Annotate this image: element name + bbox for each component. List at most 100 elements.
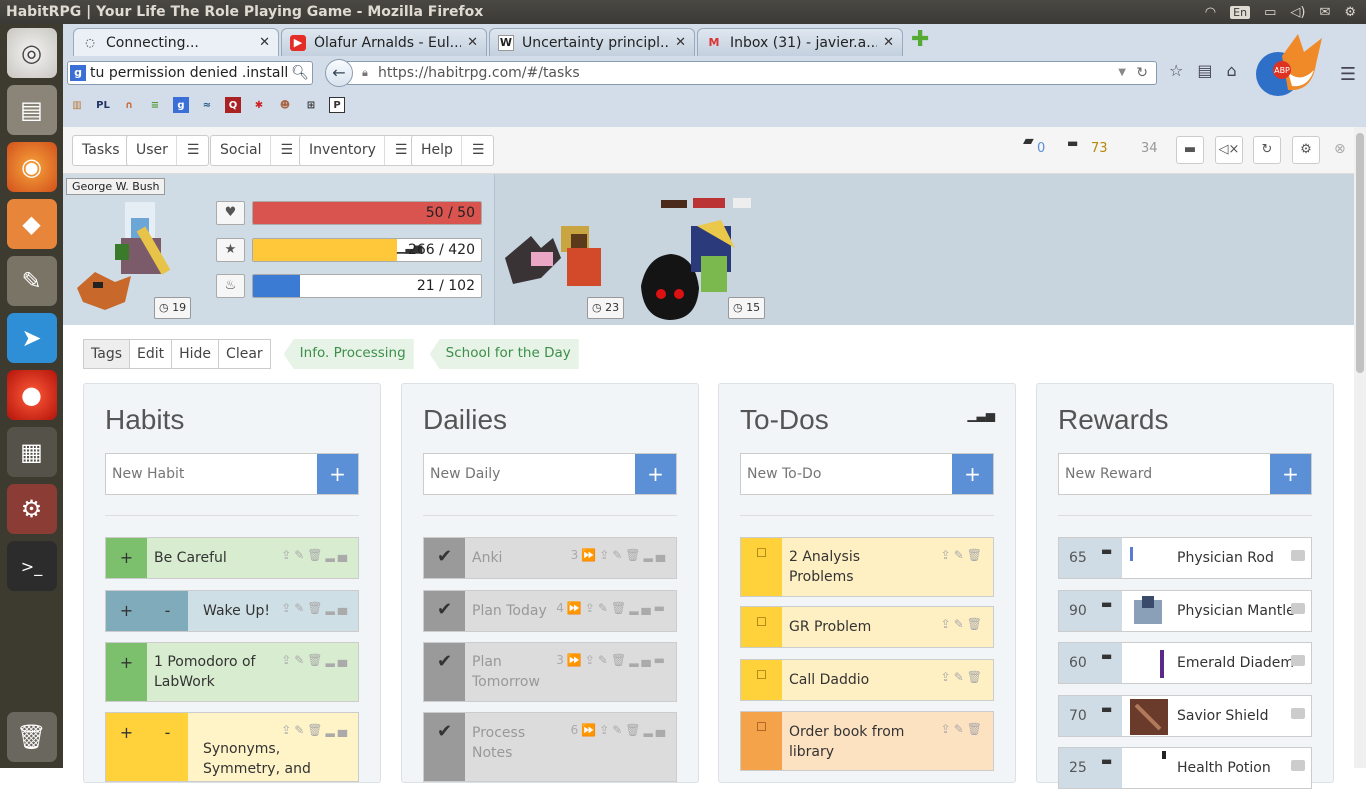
inventory-menu-icon[interactable]: ☰ <box>383 136 407 165</box>
bookmark-arch-icon[interactable]: ∩ <box>121 97 137 113</box>
party-member-avatar[interactable] <box>501 218 611 292</box>
todo-label[interactable]: GR Problem <box>789 617 871 637</box>
bookmark-q-icon[interactable]: Q <box>225 97 241 113</box>
chat-icon[interactable]: ▬ <box>1176 136 1204 164</box>
habit-label[interactable]: 1 Pomodoro of LabWork <box>154 652 274 692</box>
add-todo-button[interactable]: + <box>952 454 993 494</box>
task-actions-icons[interactable]: ⇪✎🗑▂▄ <box>281 723 350 737</box>
close-tab-icon[interactable]: ✕ <box>883 35 894 50</box>
bookmark-google-icon[interactable]: g <box>173 97 189 113</box>
wifi-icon[interactable]: ◠ <box>1205 5 1216 20</box>
tags-button[interactable]: Tags <box>83 339 130 369</box>
daily-item[interactable]: ✔ Plan Tomorrow 3⏩⇪✎🗑▂▄▬ <box>423 642 677 702</box>
task-actions-icons[interactable]: ⇪✎🗑 <box>941 670 985 684</box>
social-menu-icon[interactable]: ☰ <box>269 136 293 165</box>
task-actions-icons[interactable]: 4⏩⇪✎🗑▂▄▬ <box>556 601 668 615</box>
reward-item[interactable]: 90 ▬ Physician Mantle <box>1058 590 1312 632</box>
page-scrollbar[interactable] <box>1354 127 1366 768</box>
new-daily-input[interactable] <box>424 454 635 494</box>
tomato-icon[interactable]: ● <box>6 370 57 420</box>
trash-icon[interactable]: 🗑 <box>6 712 57 762</box>
add-habit-button[interactable]: + <box>317 454 358 494</box>
reward-price[interactable]: 60 <box>1059 643 1122 683</box>
task-actions-icons[interactable]: 3⏩⇪✎🗑▂▄▬ <box>556 653 668 667</box>
reload-icon[interactable]: ↻ <box>1136 62 1148 84</box>
search-bar[interactable]: g tu permission denied .install 🔍︎ <box>67 61 313 85</box>
battery-icon[interactable]: ▭ <box>1264 5 1276 20</box>
reward-item[interactable]: 25 ▬ Health Potion <box>1058 747 1312 789</box>
notes-icon[interactable] <box>1291 708 1305 719</box>
habit-item[interactable]: + 1 Pomodoro of LabWork ⇪✎🗑▂▄ <box>105 642 359 702</box>
new-reward-input[interactable] <box>1059 454 1270 494</box>
terminal-icon[interactable]: >_ <box>6 541 57 591</box>
daily-label[interactable]: Anki <box>472 548 502 568</box>
todo-checkbox[interactable]: ☐ <box>741 660 782 700</box>
daily-item[interactable]: ✔ Anki 3⏩⇪✎🗑▂▄ <box>423 537 677 579</box>
reward-item[interactable]: 65 ▬ Physician Rod <box>1058 537 1312 579</box>
task-actions-icons[interactable]: ⇪✎🗑▂▄ <box>281 601 350 615</box>
reward-price[interactable]: 65 <box>1059 538 1122 578</box>
notes-icon[interactable] <box>1291 760 1305 771</box>
todo-label[interactable]: Call Daddio <box>789 670 869 690</box>
fox-app-icon[interactable]: ◆ <box>6 199 57 249</box>
inventory-button[interactable]: Inventory ☰ <box>299 135 418 166</box>
todo-item[interactable]: ☐ GR Problem ⇪✎🗑 <box>740 606 994 648</box>
task-actions-icons[interactable]: 6⏩⇪✎🗑▂▄ <box>571 723 668 737</box>
settings-gear-icon[interactable]: ⚙ <box>1292 136 1320 164</box>
notes-icon[interactable] <box>1291 550 1305 561</box>
bookmark-pattern-icon[interactable]: ⊞ <box>303 97 319 113</box>
daily-checkbox-checked[interactable]: ✔ <box>424 713 465 781</box>
close-tab-icon[interactable]: ✕ <box>467 35 478 50</box>
close-header-icon[interactable]: ⊗ <box>1334 141 1346 157</box>
habit-label[interactable]: Be Careful <box>154 548 227 568</box>
browser-menu-icon[interactable]: ☰ <box>1340 64 1356 85</box>
habit-minus-button[interactable]: - <box>147 591 188 631</box>
new-habit-input[interactable] <box>106 454 317 494</box>
settings-icon[interactable]: ⚙ <box>1344 5 1356 20</box>
task-actions-icons[interactable]: ⇪✎🗑 <box>941 722 985 736</box>
files-icon[interactable]: ▤ <box>6 85 57 135</box>
habit-plus-button[interactable]: + <box>106 643 147 701</box>
new-tab-icon[interactable]: ✚ <box>911 27 929 52</box>
bookmarks-list-icon[interactable]: ▤ <box>1197 61 1212 80</box>
tab-wikipedia[interactable]: W Uncertainty principl... ✕ <box>489 28 695 56</box>
ubuntu-icon[interactable]: ◎ <box>6 28 57 78</box>
system-settings-icon[interactable]: ⚙ <box>6 484 57 534</box>
bookmark-star-icon[interactable]: ☆ <box>1169 61 1183 80</box>
task-actions-icons[interactable]: ⇪✎🗑 <box>941 548 985 562</box>
url-dropdown-icon[interactable]: ▼ <box>1118 62 1126 84</box>
task-actions-icons[interactable]: 3⏩⇪✎🗑▂▄ <box>571 548 668 562</box>
add-daily-button[interactable]: + <box>635 454 676 494</box>
tag-info-processing[interactable]: Info. Processing <box>283 339 414 369</box>
todo-item[interactable]: ☐ 2 Analysis Problems ⇪✎🗑 <box>740 537 994 597</box>
clear-tags-button[interactable]: Clear <box>218 339 271 369</box>
social-button[interactable]: Social ☰ <box>210 135 304 166</box>
daily-item[interactable]: ✔ Plan Today 4⏩⇪✎🗑▂▄▬ <box>423 590 677 632</box>
user-menu-icon[interactable]: ☰ <box>175 136 199 165</box>
tag-school-for-the-day[interactable]: School for the Day <box>429 339 579 369</box>
habit-item[interactable]: + Be Careful ⇪✎🗑▂▄ <box>105 537 359 579</box>
help-menu-icon[interactable]: ☰ <box>460 136 484 165</box>
daily-label[interactable]: Plan Today <box>472 601 547 621</box>
habit-plus-button[interactable]: + <box>106 713 147 781</box>
bookmark-bug-icon[interactable]: ✱ <box>251 97 267 113</box>
close-tab-icon[interactable]: ✕ <box>259 35 270 50</box>
new-todo-input[interactable] <box>741 454 952 494</box>
daily-checkbox-checked[interactable]: ✔ <box>424 591 465 631</box>
tab-youtube[interactable]: ▶ Ólafur Arnalds - Eul... ✕ <box>281 28 487 56</box>
tab-habitrpg[interactable]: ◌ Connecting... ✕ <box>73 28 279 56</box>
reward-item[interactable]: 70 ▬ Savior Shield <box>1058 695 1312 737</box>
back-button[interactable]: ← <box>325 59 353 87</box>
bookmark-face-icon[interactable]: ☻ <box>277 97 293 113</box>
todo-label[interactable]: 2 Analysis Problems <box>789 547 889 587</box>
bookmark-pl-icon[interactable]: PL <box>95 97 111 113</box>
firefox-icon[interactable]: ◉ <box>6 142 57 192</box>
habit-minus-button[interactable]: - <box>147 713 188 781</box>
todo-item[interactable]: ☐ Call Daddio ⇪✎🗑 <box>740 659 994 701</box>
keyboard-layout[interactable]: En <box>1230 5 1251 19</box>
help-button[interactable]: Help ☰ <box>411 135 495 166</box>
search-input[interactable]: tu permission denied .install <box>90 65 288 81</box>
gimp-icon[interactable]: ✎ <box>6 256 57 306</box>
todo-checkbox[interactable]: ☐ <box>741 607 782 647</box>
magnifier-icon[interactable]: 🔍︎ <box>288 65 312 81</box>
